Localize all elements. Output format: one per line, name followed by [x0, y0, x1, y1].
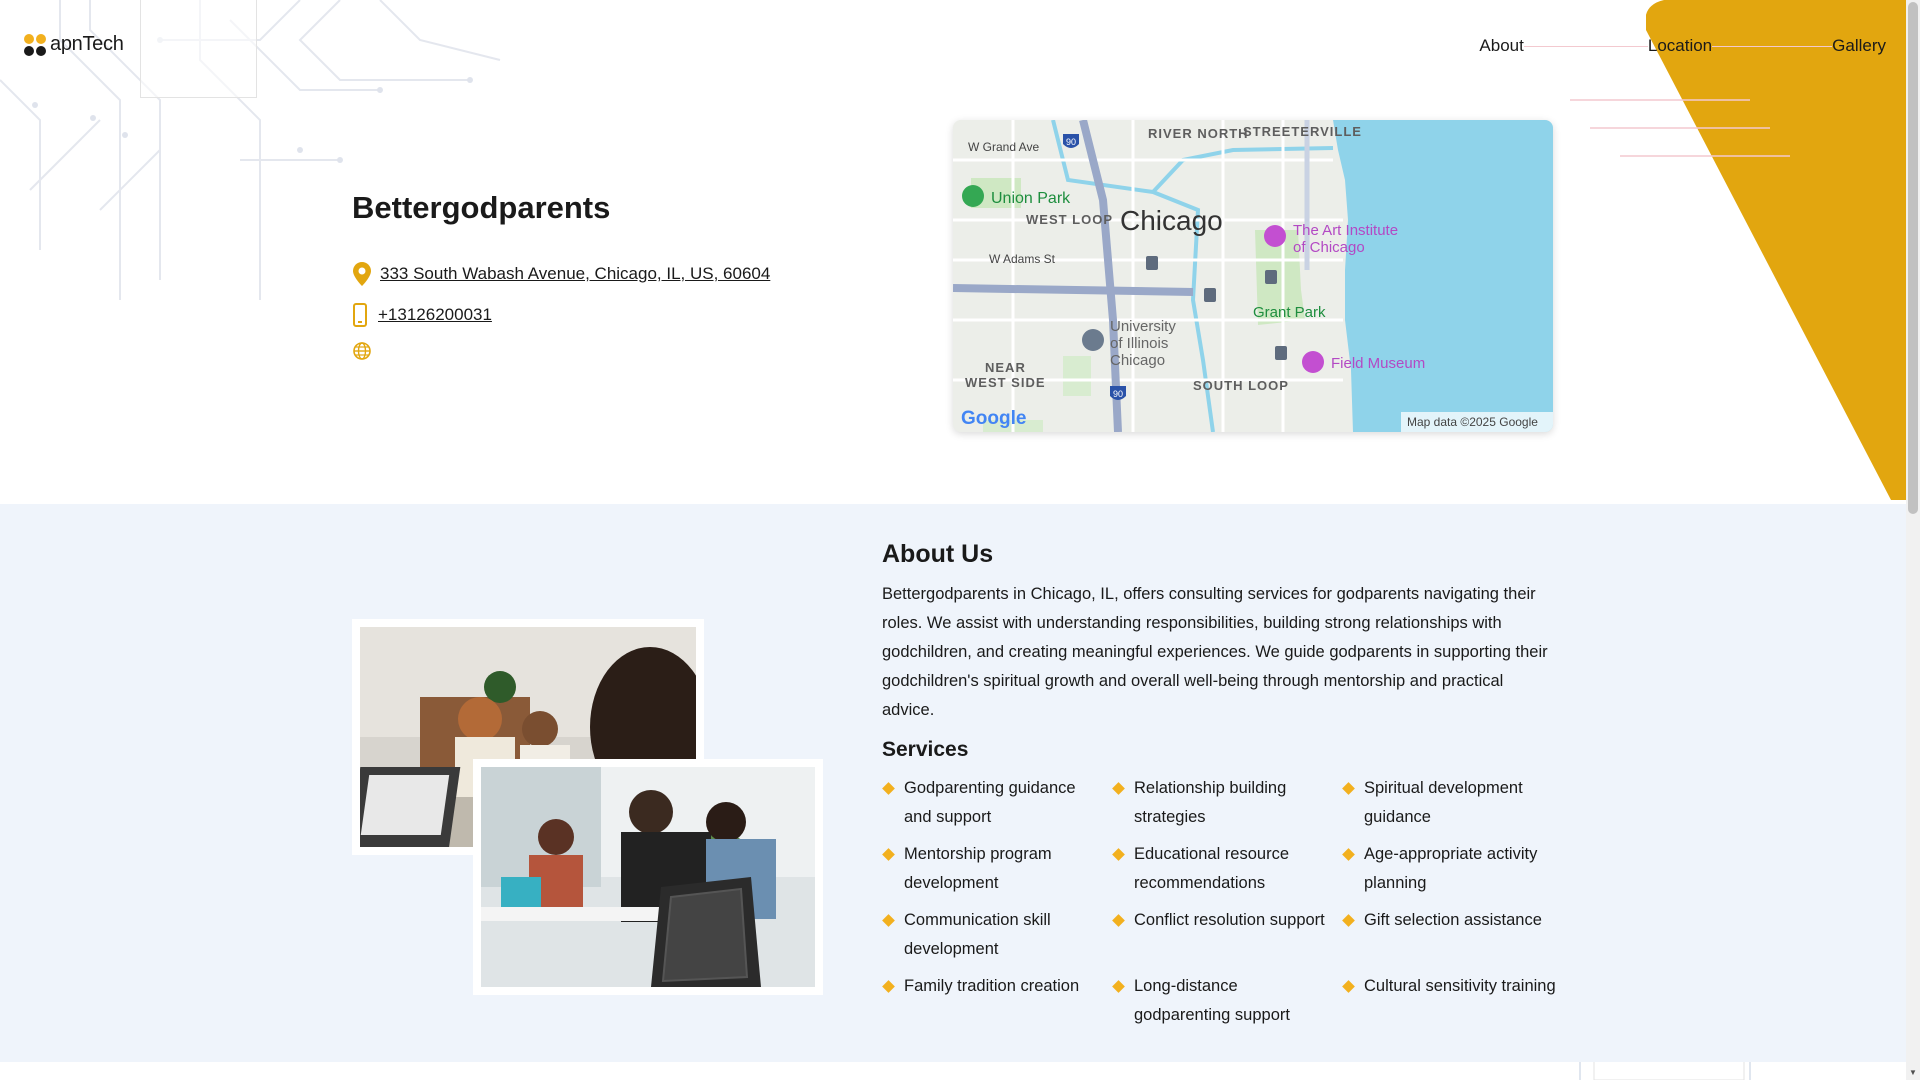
diamond-bullet-icon: [1112, 848, 1125, 861]
location-map[interactable]: RIVER NORTH STREETERVILLE WEST LOOP NEAR…: [953, 120, 1553, 432]
service-label: Conflict resolution support: [1134, 911, 1325, 929]
services-list: Godparenting guidance and support Relati…: [882, 774, 1572, 1030]
address-link[interactable]: 333 South Wabash Avenue, Chicago, IL, US…: [380, 264, 770, 284]
map-label-city: Chicago: [1120, 205, 1223, 236]
map-label-uic: University: [1110, 318, 1176, 335]
svg-text:90: 90: [1066, 137, 1076, 147]
diamond-bullet-icon: [1112, 782, 1125, 795]
google-logo: Google: [961, 408, 1026, 429]
map-label-uic-3: Chicago: [1110, 352, 1165, 369]
map-label-w-adams-st: W Adams St: [989, 252, 1056, 266]
museum-pin-icon: [1264, 225, 1286, 247]
service-label: Communication skill development: [904, 911, 1051, 958]
service-item: Cultural sensitivity training: [1342, 972, 1572, 1030]
scroll-down-arrow-icon[interactable]: ▼: [1908, 1068, 1918, 1078]
map-attribution[interactable]: Map data ©2025 Google: [1407, 415, 1538, 429]
header-decorative-box: [140, 0, 257, 98]
main-nav: About Location Gallery: [1479, 36, 1886, 56]
diamond-bullet-icon: [882, 980, 895, 993]
service-label: Gift selection assistance: [1364, 911, 1542, 929]
map-label-union-park: Union Park: [991, 190, 1071, 207]
about-section: About Us Bettergodparents in Chicago, IL…: [0, 504, 1906, 1062]
globe-icon[interactable]: [352, 339, 372, 363]
diamond-bullet-icon: [1112, 980, 1125, 993]
logo-dots-icon: [24, 32, 48, 56]
service-item: Gift selection assistance: [1342, 906, 1572, 964]
diamond-bullet-icon: [1342, 914, 1355, 927]
museum-pin-icon: [1302, 351, 1324, 373]
map-label-west-side: WEST SIDE: [965, 375, 1046, 390]
service-label: Spiritual development guidance: [1364, 779, 1523, 826]
map-label-art-institute-2: of Chicago: [1293, 239, 1365, 256]
phone-link[interactable]: +13126200031: [378, 305, 492, 325]
nav-location[interactable]: Location: [1648, 36, 1712, 56]
business-info-section: Bettergodparents 333 South Wabash Avenue…: [0, 92, 1906, 504]
diamond-bullet-icon: [1342, 980, 1355, 993]
map-label-streeterville: STREETERVILLE: [1243, 124, 1362, 139]
map-label-art-institute: The Art Institute: [1293, 222, 1398, 239]
map-label-uic-2: of Illinois: [1110, 335, 1168, 352]
interstate-shield-icon: 90: [1110, 386, 1126, 400]
diamond-bullet-icon: [882, 782, 895, 795]
transit-icon: [1275, 346, 1287, 360]
about-description: Bettergodparents in Chicago, IL, offers …: [882, 585, 1548, 719]
map-label-south-loop: SOUTH LOOP: [1193, 378, 1289, 393]
nav-about[interactable]: About: [1479, 36, 1523, 56]
service-item: Age-appropriate activity planning: [1342, 840, 1572, 898]
phone-row: +13126200031: [352, 303, 492, 327]
diamond-bullet-icon: [882, 914, 895, 927]
service-item: Godparenting guidance and support: [882, 774, 1112, 832]
service-label: Godparenting guidance and support: [904, 779, 1076, 826]
service-label: Cultural sensitivity training: [1364, 977, 1556, 995]
service-label: Educational resource recommendations: [1134, 845, 1290, 892]
transit-icon: [1204, 288, 1216, 302]
service-item: Communication skill development: [882, 906, 1112, 964]
photo-meeting-table: [481, 767, 815, 987]
nav-gallery[interactable]: Gallery: [1832, 36, 1886, 56]
logo[interactable]: apnTech: [24, 32, 124, 56]
service-label: Age-appropriate activity planning: [1364, 845, 1538, 892]
mobile-phone-icon: [352, 303, 368, 327]
service-item: Relationship building strategies: [1112, 774, 1342, 832]
service-item: Spiritual development guidance: [1342, 774, 1572, 832]
map-label-near: NEAR: [985, 360, 1026, 375]
transit-icon: [1146, 256, 1158, 270]
map-label-grant-park: Grant Park: [1253, 304, 1326, 321]
service-item: Mentorship program development: [882, 840, 1112, 898]
service-item: Conflict resolution support: [1112, 906, 1342, 964]
site-header: apnTech About Location Gallery: [0, 0, 1906, 98]
website-row: [352, 339, 380, 363]
diamond-bullet-icon: [882, 848, 895, 861]
nav-divider: [1523, 45, 1648, 47]
logo-text: apnTech: [50, 32, 124, 55]
diamond-bullet-icon: [1112, 914, 1125, 927]
business-name: Bettergodparents: [352, 190, 611, 225]
map-label-field-museum: Field Museum: [1331, 355, 1425, 372]
diamond-bullet-icon: [1342, 848, 1355, 861]
map-label-west-loop: WEST LOOP: [1026, 212, 1113, 227]
service-item: Family tradition creation: [882, 972, 1112, 1030]
svg-text:90: 90: [1113, 389, 1123, 399]
address-row: 333 South Wabash Avenue, Chicago, IL, US…: [352, 262, 770, 286]
about-title: About Us: [882, 540, 994, 568]
transit-icon: [1265, 270, 1277, 284]
school-pin-icon: [1082, 329, 1104, 351]
service-label: Family tradition creation: [904, 977, 1080, 995]
map-pin-icon: [352, 262, 372, 286]
service-label: Mentorship program development: [904, 845, 1052, 892]
map-label-river-north: RIVER NORTH: [1148, 126, 1249, 141]
nav-divider: [1712, 45, 1833, 47]
service-label: Relationship building strategies: [1134, 779, 1287, 826]
park-pin-icon: [962, 185, 984, 207]
service-label: Long-distance godparenting support: [1134, 977, 1290, 1024]
map-label-w-grand-ave: W Grand Ave: [968, 140, 1039, 154]
interstate-shield-icon: 90: [1063, 134, 1079, 148]
diamond-bullet-icon: [1342, 782, 1355, 795]
about-photo-2: [473, 759, 823, 995]
service-item: Long-distance godparenting support: [1112, 972, 1342, 1030]
page-scrollbar[interactable]: ▼: [1906, 0, 1920, 1080]
services-title: Services: [882, 738, 969, 761]
service-item: Educational resource recommendations: [1112, 840, 1342, 898]
scrollbar-thumb[interactable]: [1908, 2, 1918, 514]
